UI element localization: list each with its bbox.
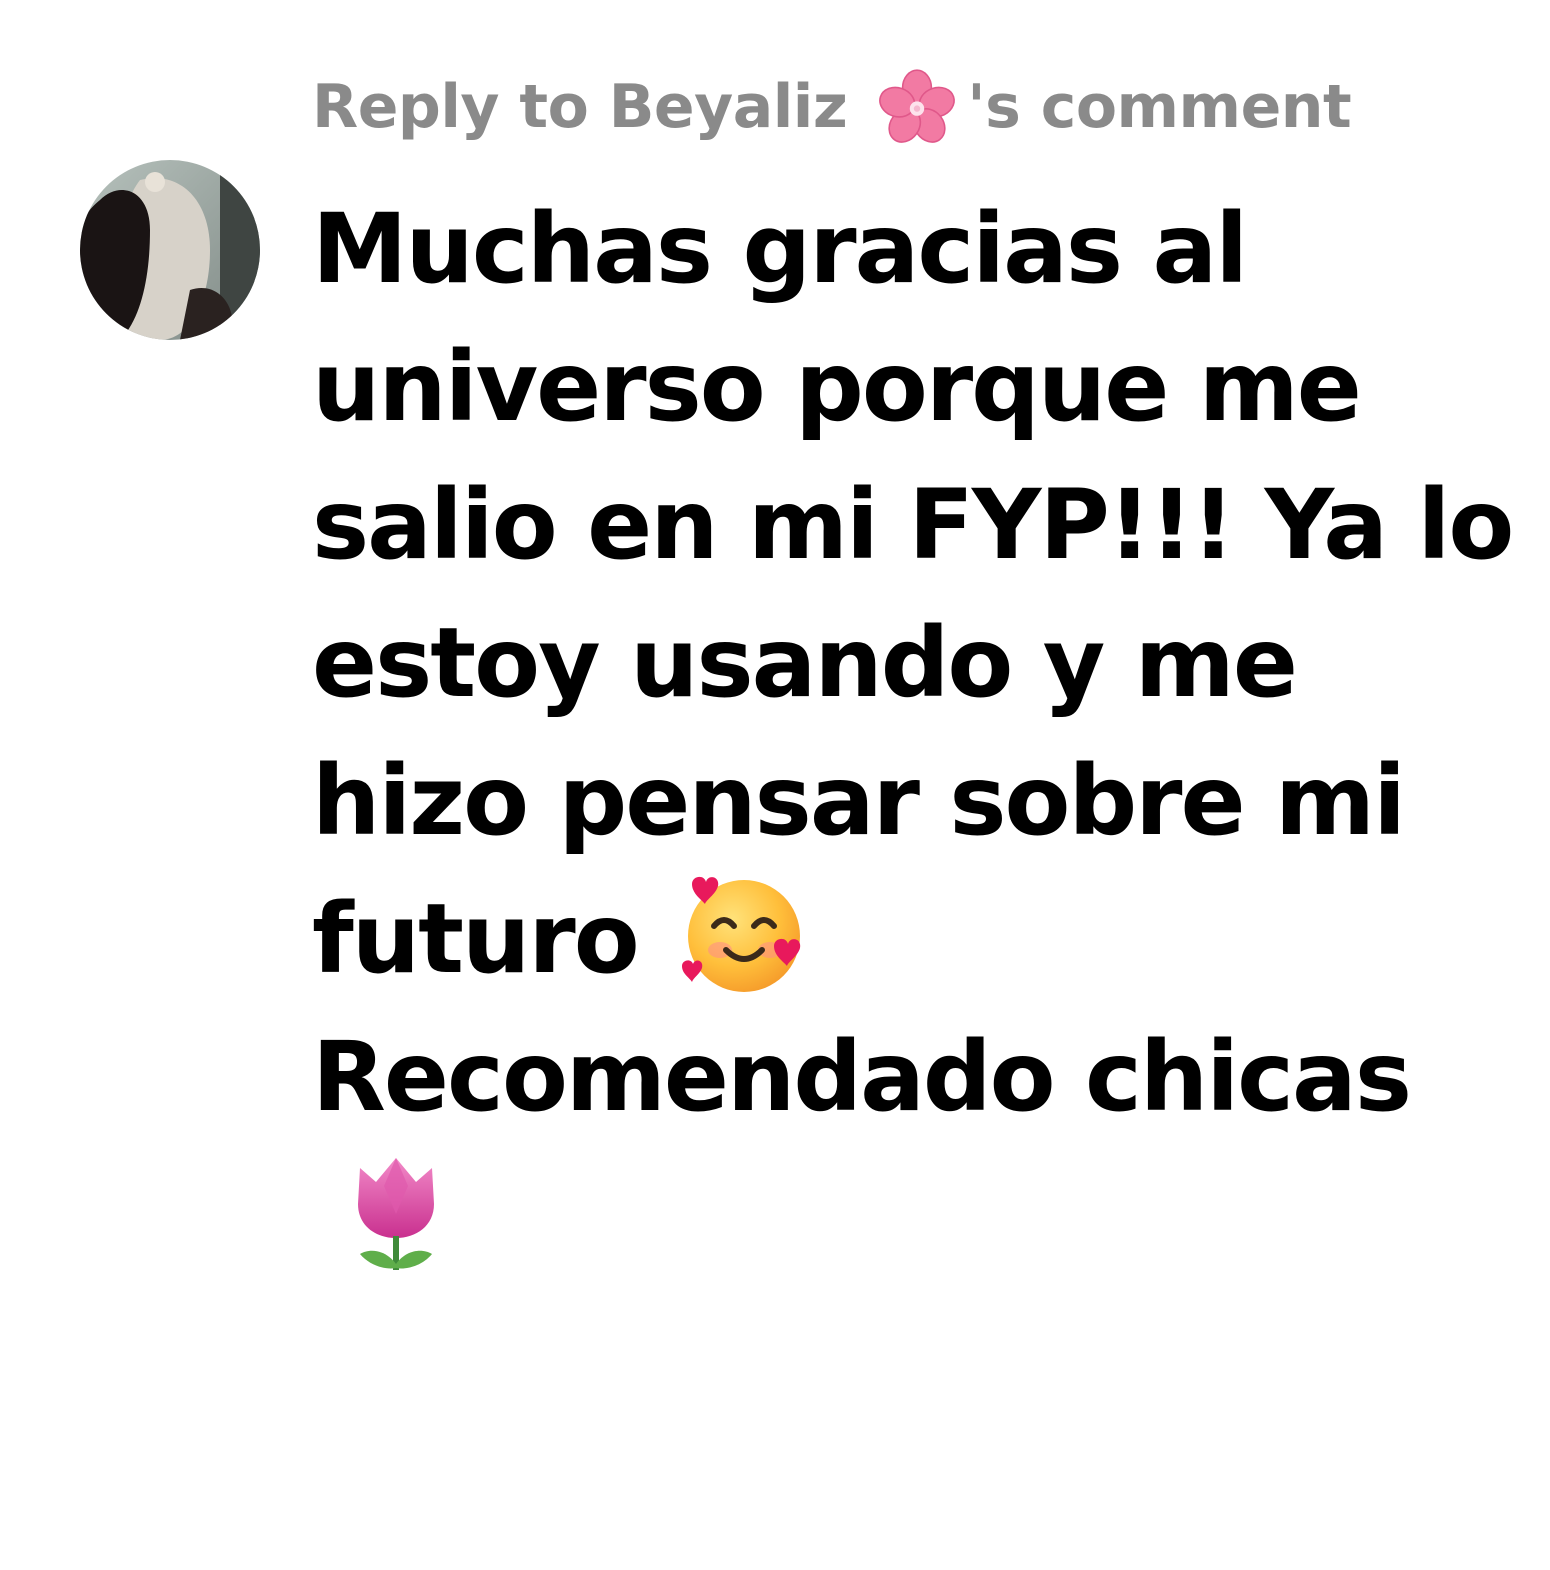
smiling-face-with-hearts-icon [681,876,800,992]
avatar[interactable] [80,160,260,340]
comment-line: salio en mi FYP!!! Ya lo [312,469,1514,581]
comment-line-with-emoji: futuro [312,870,1512,1008]
avatar-image [80,160,260,340]
comment-line: hizo pensar sobre mi [312,745,1406,857]
comment-line: futuro [312,883,640,995]
comment-text: Muchas gracias al universo porque me sal… [312,180,1514,1314]
tulip-icon [358,1158,434,1270]
comment-line: estoy usando y me [312,607,1298,719]
cherry-blossom-icon [879,69,956,143]
comment-line: Muchas gracias al [312,193,1248,305]
comment-line: Recomendado chicas [312,1021,1412,1133]
comment-line: universo porque me [312,331,1362,443]
reply-to-label: Reply to Beyaliz [312,72,848,142]
reply-to-header: Reply to Beyaliz 's comment [312,62,1352,152]
comment-owner-suffix: 's comment [967,72,1352,142]
